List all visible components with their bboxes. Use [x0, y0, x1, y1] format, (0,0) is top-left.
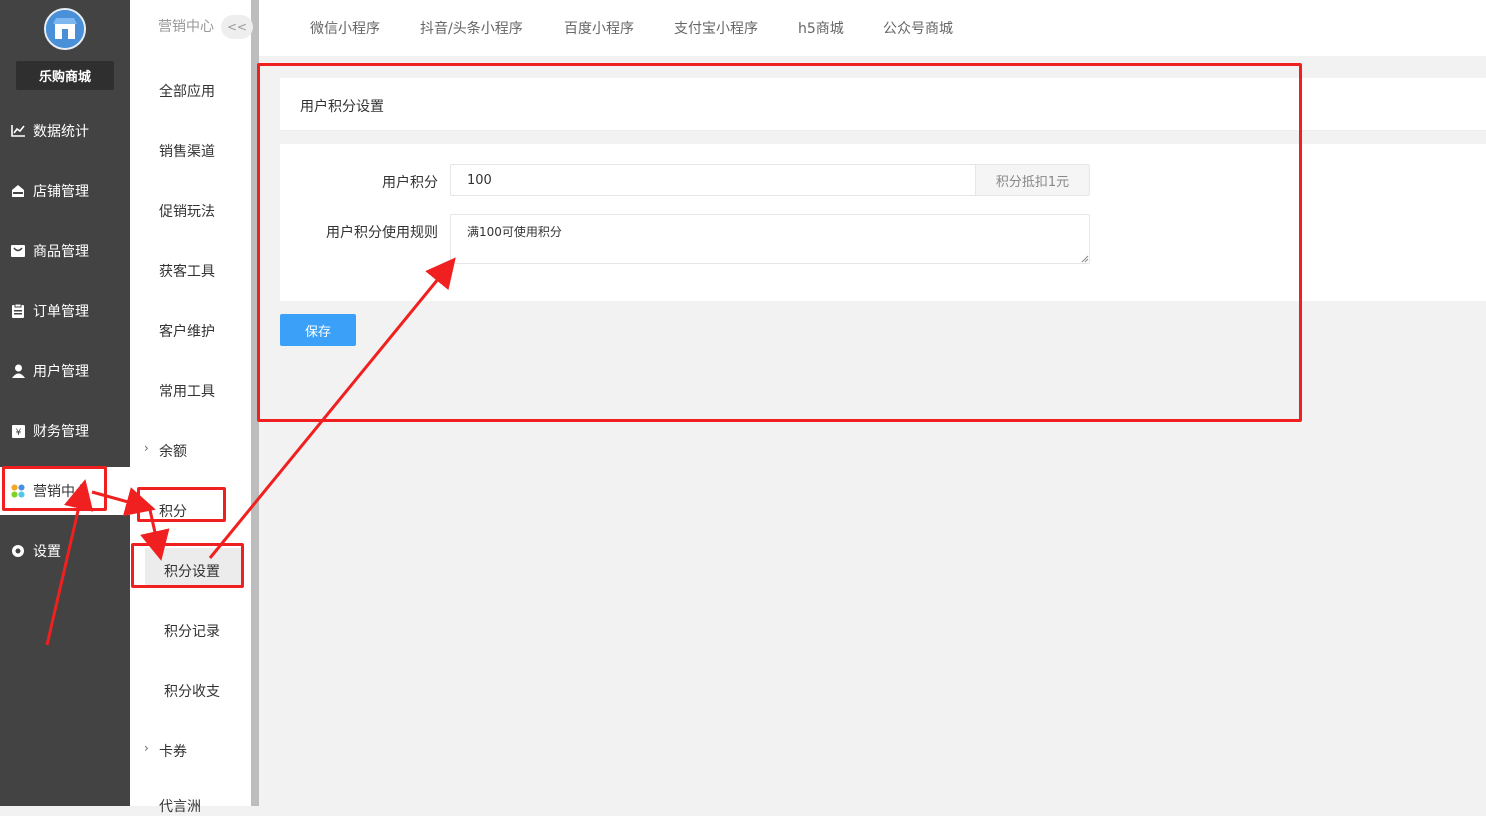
sidebar-item-goods[interactable]: 商品管理: [0, 227, 130, 275]
shop-logo-icon[interactable]: [44, 8, 86, 50]
sidebar-item-settings[interactable]: 设置: [0, 527, 130, 575]
subnav-item-balance[interactable]: 余额: [159, 441, 187, 461]
gear-icon: [11, 544, 25, 558]
subnav-item-points-ledger[interactable]: 积分收支: [164, 681, 220, 701]
bag-icon: [11, 244, 25, 258]
tab-official-account-mall[interactable]: 公众号商城: [883, 18, 953, 38]
sidebar-item-label: 用户管理: [33, 364, 89, 380]
store-icon: [11, 184, 25, 198]
chevron-right-icon: ›: [144, 441, 149, 455]
line-chart-icon: [11, 124, 25, 138]
tab-alipay-mini[interactable]: 支付宝小程序: [674, 18, 758, 38]
annotation-box-points-settings: [131, 543, 244, 588]
sidebar-item-label: 订单管理: [33, 304, 89, 320]
tab-douyin-mini[interactable]: 抖音/头条小程序: [420, 18, 523, 38]
collapse-button[interactable]: <<: [221, 15, 253, 39]
yen-icon: ¥: [11, 424, 25, 438]
sidebar-item-users[interactable]: 用户管理: [0, 347, 130, 395]
sidebar-item-orders[interactable]: 订单管理: [0, 287, 130, 335]
chevron-right-icon: ›: [144, 741, 149, 755]
subnav-item-sales-channels[interactable]: 销售渠道: [159, 141, 215, 161]
annotation-box-marketing: [2, 466, 107, 511]
subnav-item-points-records[interactable]: 积分记录: [164, 621, 220, 641]
sidebar-item-data-stats[interactable]: 数据统计: [0, 107, 130, 155]
subnav-item-all-apps[interactable]: 全部应用: [159, 81, 215, 101]
sidebar-item-label: 店铺管理: [33, 184, 89, 200]
tab-wechat-mini[interactable]: 微信小程序: [310, 18, 380, 38]
annotation-box-points: [137, 487, 226, 522]
subnav-item-more[interactable]: 代言洲: [159, 796, 201, 816]
sidebar-item-label: 数据统计: [33, 124, 89, 140]
tab-baidu-mini[interactable]: 百度小程序: [564, 18, 634, 38]
sidebar-item-store[interactable]: 店铺管理: [0, 167, 130, 215]
sidebar-item-label: 商品管理: [33, 244, 89, 260]
annotation-box-content: [257, 63, 1302, 422]
user-icon: [11, 364, 25, 378]
sidebar-item-label: 设置: [33, 544, 61, 560]
subnav-item-coupons[interactable]: 卡券: [159, 741, 187, 761]
clipboard-icon: [11, 304, 25, 318]
main-sidebar: 乐购商城 数据统计 店铺管理 商品管理 订单管理 用户管理 ¥ 财务管理 营销中…: [0, 0, 130, 806]
sidebar-item-label: 财务管理: [33, 424, 89, 440]
shop-name: 乐购商城: [16, 61, 114, 90]
subnav-item-customer-care[interactable]: 客户维护: [159, 321, 215, 341]
svg-text:¥: ¥: [15, 428, 21, 438]
secondary-nav-title: 营销中心: [158, 19, 214, 35]
subnav-item-promotions[interactable]: 促销玩法: [159, 201, 215, 221]
tab-h5-mall[interactable]: h5商城: [798, 18, 844, 38]
sidebar-item-finance[interactable]: ¥ 财务管理: [0, 407, 130, 455]
subnav-item-acquisition[interactable]: 获客工具: [159, 261, 215, 281]
subnav-item-common-tools[interactable]: 常用工具: [159, 381, 215, 401]
